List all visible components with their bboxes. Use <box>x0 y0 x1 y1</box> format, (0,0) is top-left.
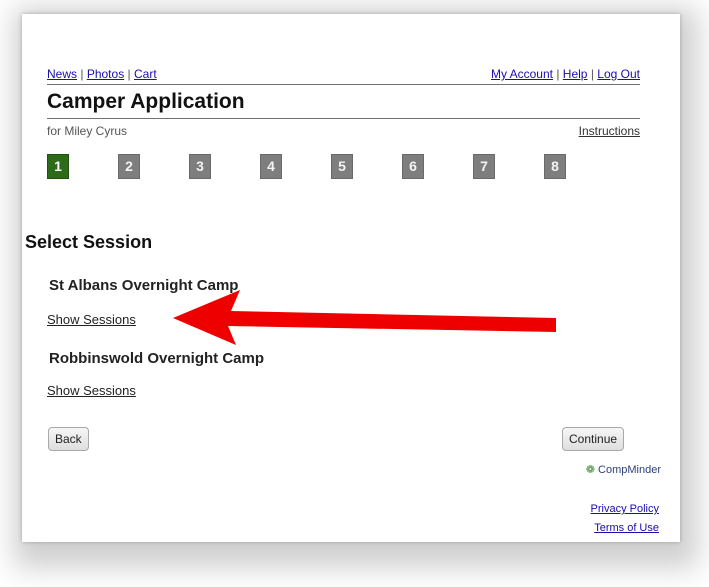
red-arrow-icon <box>173 290 556 345</box>
